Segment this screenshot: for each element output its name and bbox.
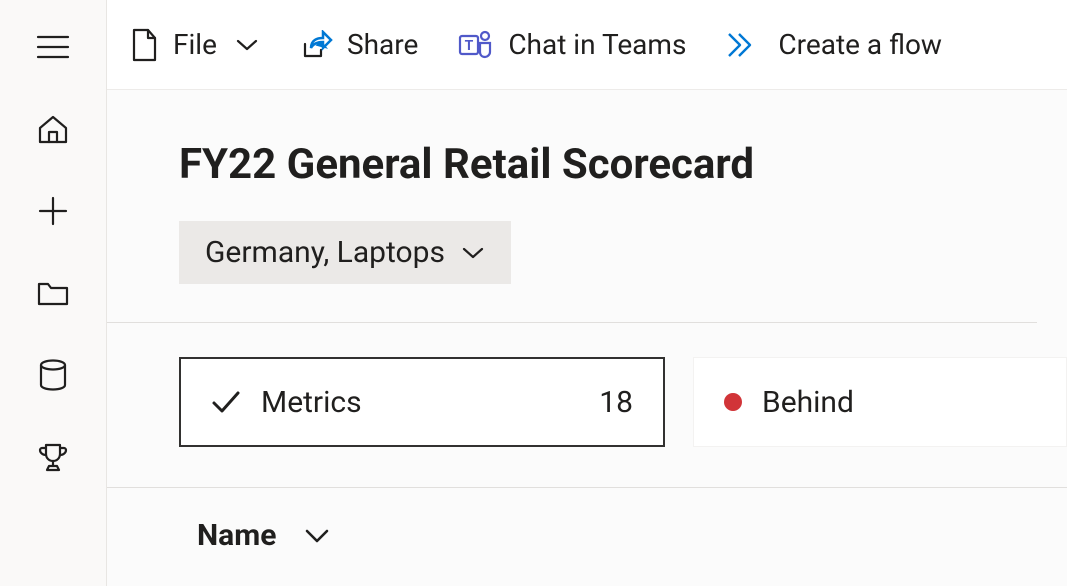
chat-teams-button[interactable]: T Chat in Teams [458,28,686,62]
summary-row: Metrics 18 Behind [179,323,1067,447]
share-button[interactable]: Share [299,28,418,61]
create-flow-label: Create a flow [778,28,942,61]
top-command-bar: File Share T Chat in Teams Create a flow [107,0,1067,90]
page-title: FY22 General Retail Scorecard [179,140,1067,189]
folder-icon[interactable] [36,276,70,310]
behind-label: Behind [762,385,854,420]
checkmark-icon [211,389,241,415]
svg-text:T: T [465,38,474,54]
chevron-down-icon [235,37,259,53]
filter-label: Germany, Laptops [205,235,445,270]
file-page-icon [129,27,159,63]
table-header: Name [107,487,1067,553]
home-icon[interactable] [36,112,70,146]
hamburger-menu-icon[interactable] [36,30,70,64]
metrics-label: Metrics [261,385,362,420]
metrics-count: 18 [599,385,633,420]
create-flow-button[interactable]: Create a flow [726,28,942,61]
teams-icon: T [458,28,494,62]
trophy-icon[interactable] [36,440,70,474]
status-dot-icon [724,393,742,411]
behind-card[interactable]: Behind [693,357,1067,447]
chevron-down-icon [461,245,485,261]
content-area: FY22 General Retail Scorecard Germany, L… [107,90,1067,586]
metrics-card[interactable]: Metrics 18 [179,357,665,447]
left-nav-rail [0,0,107,586]
plus-icon[interactable] [36,194,70,228]
file-menu-label: File [173,28,217,61]
file-menu-button[interactable]: File [129,27,259,63]
share-icon [299,30,333,60]
main-area: File Share T Chat in Teams Create a flow… [107,0,1067,586]
column-name-header[interactable]: Name [197,518,276,553]
chat-teams-label: Chat in Teams [508,28,686,61]
flow-icon [726,30,764,60]
database-icon[interactable] [36,358,70,392]
share-label: Share [347,28,418,61]
chevron-down-icon[interactable] [304,527,330,545]
filter-dropdown[interactable]: Germany, Laptops [179,221,511,284]
